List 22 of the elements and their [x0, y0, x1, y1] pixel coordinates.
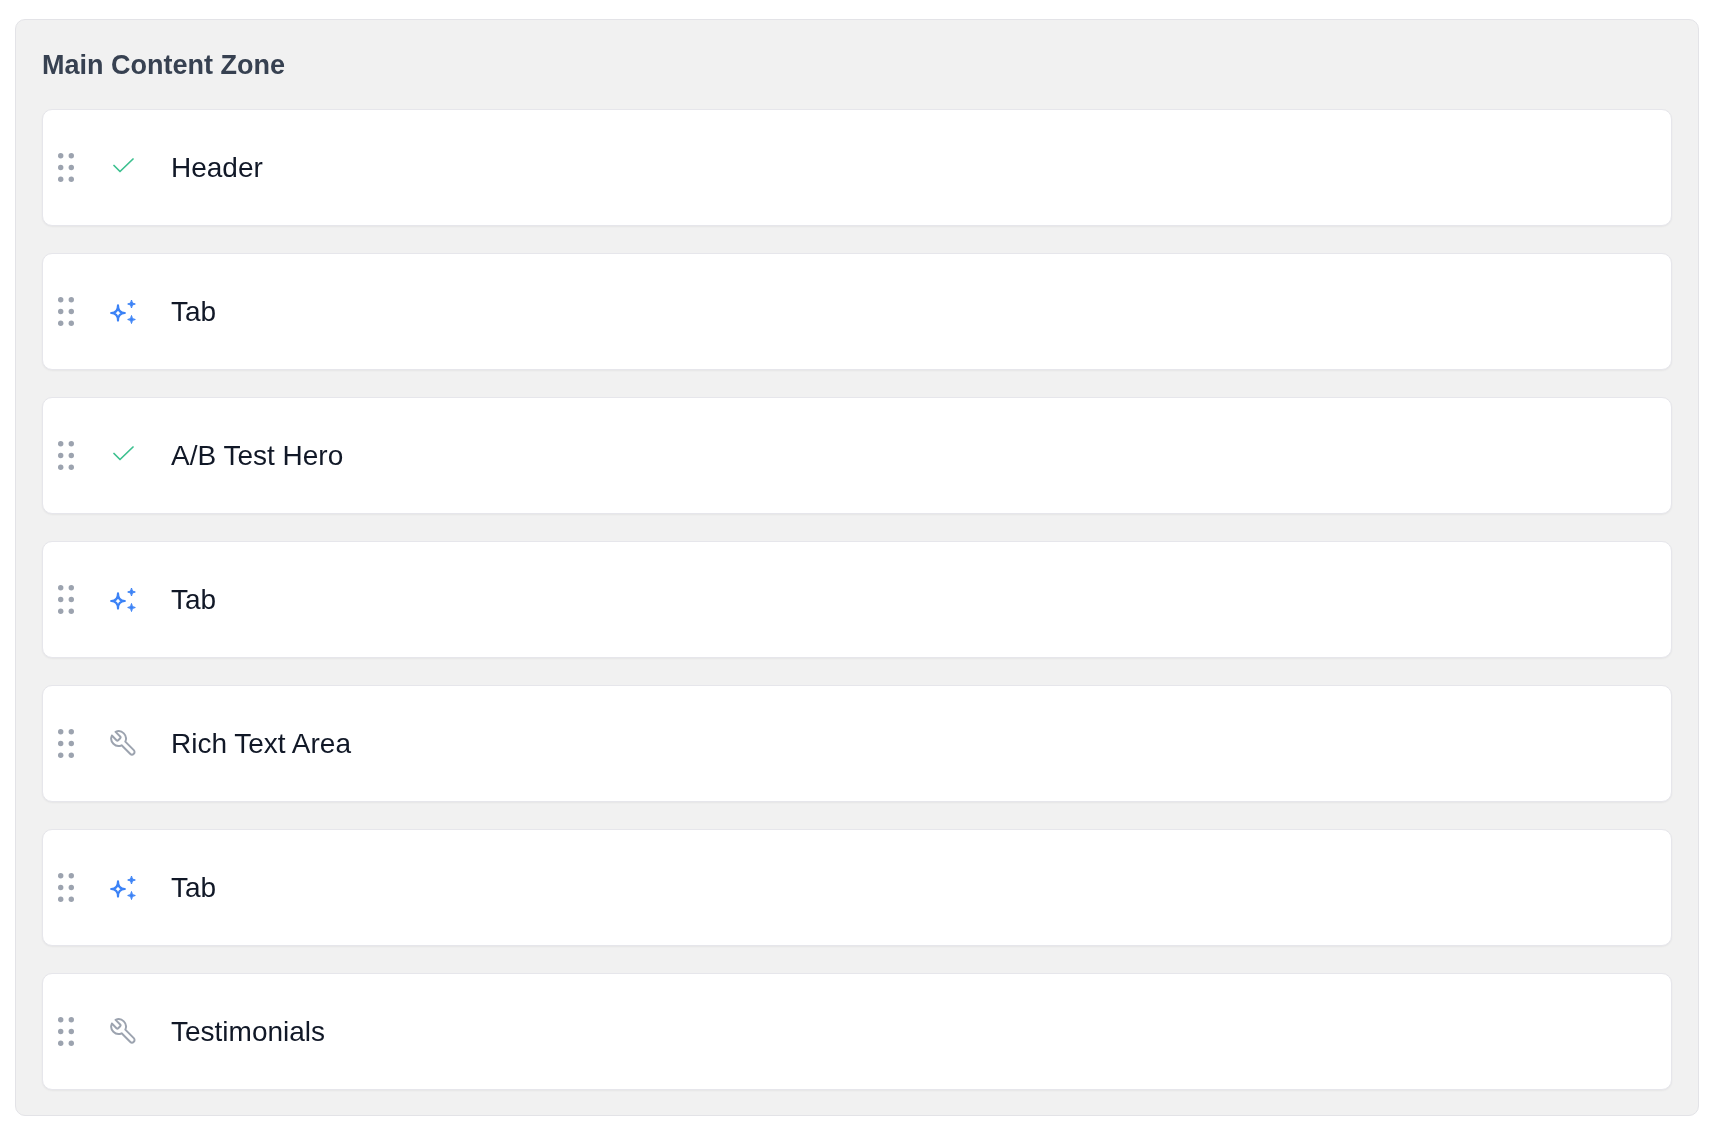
block-label: Testimonials — [171, 1014, 326, 1049]
drag-handle-icon[interactable] — [58, 153, 74, 182]
block-label: Tab — [171, 582, 217, 617]
block-label: A/B Test Hero — [171, 438, 344, 473]
drag-handle-icon[interactable] — [58, 585, 74, 614]
block-label: Header — [171, 150, 263, 185]
wrench-icon — [109, 730, 137, 757]
wrench-icon — [109, 1018, 137, 1045]
drag-handle-icon[interactable] — [58, 297, 74, 326]
drag-handle-icon[interactable] — [58, 441, 74, 470]
sparkle-icon — [110, 587, 136, 612]
drag-handle-icon[interactable] — [58, 1017, 74, 1046]
check-icon — [112, 158, 134, 173]
drag-handle-icon[interactable] — [58, 729, 74, 758]
block-label: Tab — [171, 294, 217, 329]
zone-title: Main Content Zone — [42, 49, 286, 82]
block-label: Rich Text Area — [171, 726, 352, 761]
check-icon — [112, 446, 134, 461]
block-label: Tab — [171, 870, 217, 905]
drag-handle-icon[interactable] — [58, 873, 74, 902]
sparkle-icon — [110, 875, 136, 900]
sparkle-icon — [110, 299, 136, 324]
